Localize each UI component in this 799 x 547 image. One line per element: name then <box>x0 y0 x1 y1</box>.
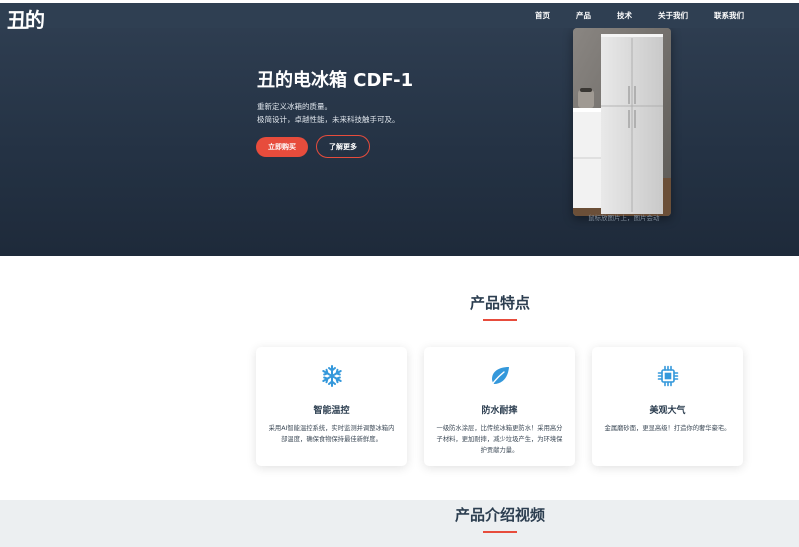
hero-desc-line-2: 极简设计，卓越性能，未来科技触手可及。 <box>257 115 400 124</box>
feature-card-design: 美观大气 金属磨砂面，更显高级！打造你的奢华豪宅。 <box>592 347 743 466</box>
feature-card-text: 采用AI智能温控系统，实时监测并调整冰箱内部温度，确保食物保持最佳新鲜度。 <box>268 425 395 443</box>
snowflake-icon <box>321 365 342 387</box>
buy-now-button[interactable]: 立即购买 <box>256 137 308 157</box>
features-section-title: 产品特点 <box>470 294 531 312</box>
hero-section: 丑的电冰箱 CDF-1 重新定义冰箱的质量。 极简设计，卓越性能，未来科技触手可… <box>0 28 799 256</box>
video-section-title: 产品介绍视频 <box>455 506 546 524</box>
image-hover-caption: 鼠标放图片上，图片会动 <box>588 214 660 222</box>
video-section <box>0 500 799 547</box>
feature-card-waterproof: 防水耐摔 一级防水涂层，比传统冰箱更防水！采用高分子材料，更加耐摔，减少垃圾产生… <box>424 347 575 466</box>
chip-icon <box>657 365 678 387</box>
feature-card-text: 一级防水涂层，比传统冰箱更防水！采用高分子材料，更加耐摔，减少垃圾产生，为环境保… <box>436 425 563 454</box>
nav-link-about[interactable]: 关于我们 <box>658 10 688 21</box>
learn-more-button[interactable]: 了解更多 <box>316 135 370 158</box>
hero-description: 重新定义冰箱的质量。 极简设计，卓越性能，未来科技触手可及。 <box>257 100 400 126</box>
feature-card-temperature: 智能温控 采用AI智能温控系统，实时监测并调整冰箱内部温度，确保食物保持最佳新鲜… <box>256 347 407 466</box>
nav-link-products[interactable]: 产品 <box>576 10 591 21</box>
brand-logo[interactable]: 丑的 <box>7 4 45 33</box>
feature-card-title: 美观大气 <box>649 406 686 416</box>
top-navbar: 丑的 首页 产品 技术 关于我们 联系我们 <box>0 0 799 32</box>
leaf-icon <box>489 367 509 387</box>
nav-link-technology[interactable]: 技术 <box>617 10 632 21</box>
hero-title: 丑的电冰箱 CDF-1 <box>257 70 414 91</box>
video-title-underline <box>483 531 517 533</box>
features-title-underline <box>483 319 517 321</box>
feature-card-title: 智能温控 <box>313 406 350 416</box>
feature-card-text: 金属磨砂面，更显高级！打造你的奢华豪宅。 <box>604 425 731 432</box>
refrigerator-illustration <box>573 28 671 216</box>
hero-desc-line-1: 重新定义冰箱的质量。 <box>257 102 332 111</box>
nav-link-contact[interactable]: 联系我们 <box>714 10 744 21</box>
product-image[interactable] <box>573 28 671 216</box>
feature-card-title: 防水耐摔 <box>481 406 518 416</box>
nav-links: 首页 产品 技术 关于我们 联系我们 <box>509 3 744 28</box>
nav-link-home[interactable]: 首页 <box>535 10 550 21</box>
